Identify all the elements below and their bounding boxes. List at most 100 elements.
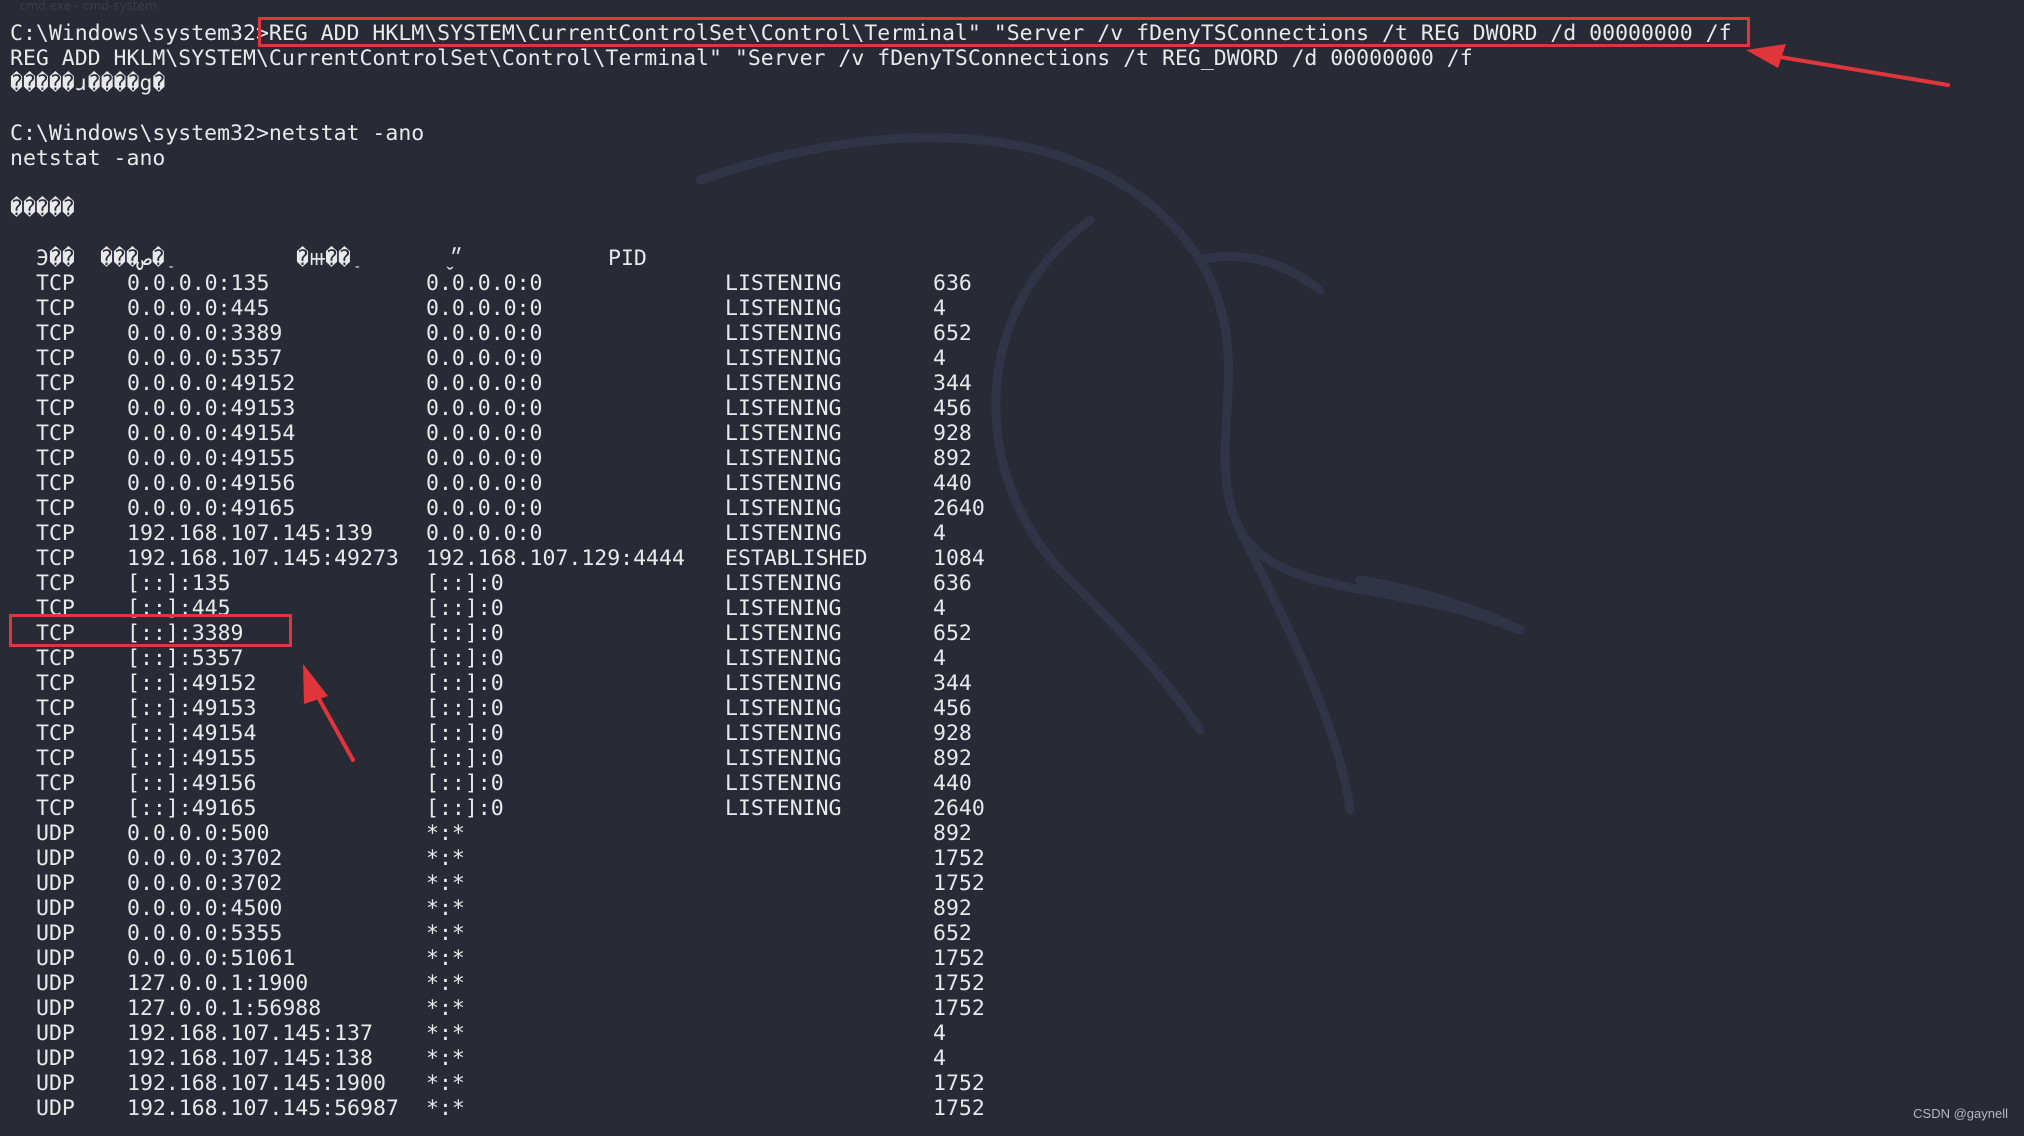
foreign-address-cell: [::]:0 (426, 671, 504, 696)
pid-cell: 1752 (933, 1096, 985, 1121)
terminal-window[interactable]: cmd.exe - cmd-system C:\Windows\system32… (0, 0, 2024, 1136)
state-cell: ״̬ (450, 246, 463, 271)
protocol-cell: UDP (36, 1021, 75, 1046)
pid-cell: 456 (933, 696, 972, 721)
pid-cell: 4 (933, 296, 946, 321)
protocol-cell: TCP (36, 571, 75, 596)
foreign-address-cell: 0.0.0.0:0 (426, 496, 543, 521)
pid-cell: 4 (933, 1046, 946, 1071)
protocol-cell: UDP (36, 821, 75, 846)
local-address-cell: 127.0.0.1:1900 (127, 971, 309, 996)
local-address-cell: 0.0.0.0:135 (127, 271, 270, 296)
protocol-cell: TCP (36, 696, 75, 721)
protocol-cell: UDP (36, 1046, 75, 1071)
protocol-cell: UDP (36, 1071, 75, 1096)
foreign-address-cell: [::]:0 (426, 696, 504, 721)
pid-cell: 2640 (933, 796, 985, 821)
pid-cell: 928 (933, 421, 972, 446)
protocol-cell: TCP (36, 296, 75, 321)
protocol-cell: TCP (36, 546, 75, 571)
protocol-cell: TCP (36, 721, 75, 746)
protocol-cell: TCP (36, 771, 75, 796)
pid-cell: 4 (933, 596, 946, 621)
foreign-address-cell: �ⲿ��ַ (296, 246, 351, 271)
foreign-address-cell: *:* (426, 896, 465, 921)
local-address-cell: 0.0.0.0:49156 (127, 471, 296, 496)
state-cell: LISTENING (725, 371, 842, 396)
local-address-cell: [::]:445 (127, 596, 231, 621)
state-cell: LISTENING (725, 596, 842, 621)
protocol-cell: TCP (36, 596, 75, 621)
foreign-address-cell: *:* (426, 821, 465, 846)
local-address-cell: 192.168.107.145:1900 (127, 1071, 386, 1096)
protocol-cell: TCP (36, 646, 75, 671)
local-address-cell: 192.168.107.145:137 (127, 1021, 373, 1046)
pid-cell: 1752 (933, 846, 985, 871)
pid-cell: 1752 (933, 971, 985, 996)
pid-cell: 1752 (933, 871, 985, 896)
local-address-cell: [::]:135 (127, 571, 231, 596)
protocol-cell: TCP (36, 321, 75, 346)
pid-cell: 928 (933, 721, 972, 746)
local-address-cell: 0.0.0.0:49152 (127, 371, 296, 396)
local-address-cell: [::]:3389 (127, 621, 244, 646)
state-cell: LISTENING (725, 646, 842, 671)
red-arrow-icon (303, 664, 355, 762)
pid-cell: 4 (933, 1021, 946, 1046)
protocol-cell: UDP (36, 921, 75, 946)
local-address-cell: 192.168.107.145:56987 (127, 1096, 399, 1121)
pid-cell: 344 (933, 671, 972, 696)
state-cell: LISTENING (725, 471, 842, 496)
local-address-cell: 192.168.107.145:138 (127, 1046, 373, 1071)
local-address-cell: 0.0.0.0:4500 (127, 896, 283, 921)
foreign-address-cell: 192.168.107.129:4444 (426, 546, 685, 571)
state-cell: LISTENING (725, 446, 842, 471)
state-cell: LISTENING (725, 396, 842, 421)
terminal-line: netstat -ano (10, 146, 166, 171)
state-cell: LISTENING (725, 721, 842, 746)
local-address-cell: 192.168.107.145:139 (127, 521, 373, 546)
faint-window-title: cmd.exe - cmd-system (20, 0, 157, 13)
pid-cell: 4 (933, 646, 946, 671)
protocol-cell: TCP (36, 521, 75, 546)
terminal-line: REG ADD HKLM\SYSTEM\CurrentControlSet\Co… (10, 46, 1473, 71)
protocol-cell: UDP (36, 896, 75, 921)
foreign-address-cell: [::]:0 (426, 771, 504, 796)
pid-cell: 456 (933, 396, 972, 421)
state-cell: LISTENING (725, 321, 842, 346)
pid-cell: 1084 (933, 546, 985, 571)
pid-cell: 1752 (933, 1071, 985, 1096)
pid-cell: 440 (933, 771, 972, 796)
foreign-address-cell: [::]:0 (426, 571, 504, 596)
local-address-cell: 192.168.107.145:49273 (127, 546, 399, 571)
protocol-cell: TCP (36, 671, 75, 696)
protocol-cell: TCP (36, 346, 75, 371)
protocol-cell: TCP (36, 496, 75, 521)
foreign-address-cell: *:* (426, 946, 465, 971)
local-address-cell: 0.0.0.0:3389 (127, 321, 283, 346)
local-address-cell: [::]:5357 (127, 646, 244, 671)
local-address-cell: 0.0.0.0:49154 (127, 421, 296, 446)
foreign-address-cell: *:* (426, 1071, 465, 1096)
pid-cell: 892 (933, 821, 972, 846)
protocol-cell: TCP (36, 621, 75, 646)
foreign-address-cell: 0.0.0.0:0 (426, 521, 543, 546)
local-address-cell: 0.0.0.0:51061 (127, 946, 296, 971)
foreign-address-cell: *:* (426, 996, 465, 1021)
watermark-credit: CSDN @gaynell (1913, 1106, 2008, 1121)
foreign-address-cell: [::]:0 (426, 621, 504, 646)
foreign-address-cell: *:* (426, 871, 465, 896)
protocol-cell: UDP (36, 1096, 75, 1121)
foreign-address-cell: [::]:0 (426, 596, 504, 621)
protocol-cell: Э�� (36, 246, 75, 271)
protocol-cell: UDP (36, 871, 75, 896)
pid-cell: 636 (933, 571, 972, 596)
foreign-address-cell: 0.0.0.0:0 (426, 271, 543, 296)
state-cell: LISTENING (725, 571, 842, 596)
local-address-cell: 0.0.0.0:500 (127, 821, 270, 846)
protocol-cell: UDP (36, 946, 75, 971)
local-address-cell: [::]:49155 (127, 746, 257, 771)
pid-cell: 1752 (933, 996, 985, 1021)
local-address-cell: 0.0.0.0:49155 (127, 446, 296, 471)
pid-cell: 652 (933, 921, 972, 946)
